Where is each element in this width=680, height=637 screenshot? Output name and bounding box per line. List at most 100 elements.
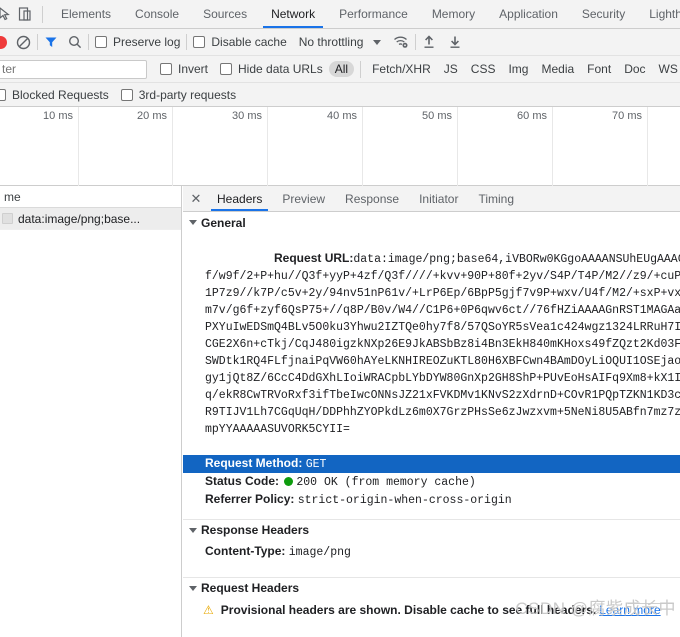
section-response-headers[interactable]: Response Headers: [183, 519, 680, 540]
filter-type-font[interactable]: Font: [581, 61, 617, 77]
wifi-settings-icon[interactable]: [393, 29, 409, 56]
status-code-row[interactable]: Status Code: 200 OK (from memory cache): [183, 473, 680, 491]
upload-arrow-icon[interactable]: [422, 29, 436, 56]
filter-type-all[interactable]: All: [328, 61, 355, 77]
search-icon[interactable]: [68, 29, 82, 56]
request-method-label: Request Method:: [205, 456, 303, 470]
record-circle-icon[interactable]: [0, 35, 7, 49]
toggle-device-toolbar-icon[interactable]: [16, 5, 34, 23]
tab-lighthouse[interactable]: Lighth: [637, 0, 680, 28]
tab-timing[interactable]: Timing: [468, 186, 524, 211]
panel-tabs: Elements Console Sources Network Perform…: [49, 0, 680, 28]
filter-input[interactable]: [0, 59, 147, 79]
chevron-down-icon: [189, 585, 197, 591]
request-list-header[interactable]: me: [0, 186, 181, 208]
tab-label: Preview: [282, 191, 326, 206]
filter-type-css[interactable]: CSS: [465, 61, 502, 77]
throttling-dropdown[interactable]: No throttling: [297, 29, 382, 56]
filter-type-doc[interactable]: Doc: [618, 61, 651, 77]
provisional-headers-warning: ⚠ Provisional headers are shown. Disable…: [183, 602, 680, 618]
tab-application[interactable]: Application: [487, 0, 570, 28]
request-method-value: GET: [305, 458, 327, 471]
blocked-requests-checkbox[interactable]: Blocked Requests: [0, 81, 109, 108]
tab-elements[interactable]: Elements: [49, 0, 123, 28]
section-label: General: [201, 215, 246, 230]
filter-type-ws[interactable]: WS: [653, 61, 680, 77]
tab-response[interactable]: Response: [335, 186, 409, 211]
checkbox-box: [193, 36, 206, 48]
secondary-filter-row: Blocked Requests 3rd-party requests: [0, 83, 680, 107]
network-filter-row: Invert Hide data URLs All Fetch/XHR JS C…: [0, 56, 680, 83]
tab-initiator[interactable]: Initiator: [409, 186, 468, 211]
tab-memory[interactable]: Memory: [420, 0, 487, 28]
filter-type-media[interactable]: Media: [535, 61, 580, 77]
overview-gridline: [552, 107, 553, 186]
overview-gridline: [362, 107, 363, 186]
tab-performance[interactable]: Performance: [327, 0, 420, 28]
overview-gridline: [457, 107, 458, 186]
preserve-log-checkbox[interactable]: Preserve log: [95, 29, 180, 56]
headers-content: General Request URL:data:image/png;base6…: [183, 212, 680, 637]
tab-label: Lighth: [649, 7, 680, 21]
checkbox-box: [0, 88, 6, 101]
tab-headers[interactable]: Headers: [207, 186, 272, 211]
divider: [37, 34, 38, 50]
filter-type-js[interactable]: JS: [438, 61, 464, 77]
close-icon[interactable]: ✕: [185, 186, 207, 211]
column-header-name: me: [4, 189, 21, 204]
preserve-log-label: Preserve log: [113, 35, 181, 49]
request-url-value[interactable]: data:image/png;base64,iVBORw0KGgoAAAANSU…: [205, 253, 680, 436]
clear-prohibited-icon[interactable]: [16, 29, 31, 56]
download-arrow-icon[interactable]: [448, 29, 462, 56]
detail-tab-bar: ✕ Headers Preview Response Initiator Tim…: [183, 186, 680, 212]
overview-tick-label: 60 ms: [517, 110, 547, 122]
network-overview-timeline[interactable]: 10 ms 20 ms 30 ms 40 ms 50 ms 60 ms 70 m…: [0, 107, 680, 186]
overview-tick-label: 70 ms: [612, 110, 642, 122]
tab-sources[interactable]: Sources: [191, 0, 259, 28]
divider: [42, 5, 43, 23]
filter-funnel-icon[interactable]: [44, 29, 58, 56]
tab-label: Headers: [217, 191, 263, 206]
section-request-headers[interactable]: Request Headers: [183, 577, 680, 598]
request-url-row: Request URL:data:image/png;base64,iVBORw…: [183, 233, 680, 455]
section-label: Request Headers: [201, 581, 300, 595]
third-party-requests-checkbox[interactable]: 3rd-party requests: [120, 81, 237, 108]
request-method-row[interactable]: Request Method: GET: [183, 455, 680, 473]
invert-checkbox[interactable]: Invert: [160, 56, 208, 83]
inspect-element-icon[interactable]: [0, 5, 12, 23]
filter-type-img[interactable]: Img: [502, 61, 534, 77]
tab-label: Elements: [61, 7, 112, 21]
overview-tick-label: 10 ms: [43, 110, 73, 122]
table-row[interactable]: data:image/png;base...: [0, 208, 181, 230]
learn-more-link[interactable]: Learn more: [599, 603, 660, 617]
overview-tick-label: 50 ms: [422, 110, 452, 122]
referrer-policy-label: Referrer Policy:: [205, 492, 295, 506]
hide-data-urls-label: Hide data URLs: [238, 62, 323, 76]
overview-gridline: [647, 107, 648, 186]
overview-gridline: [78, 107, 79, 186]
disable-cache-checkbox[interactable]: Disable cache: [193, 29, 287, 56]
hide-data-urls-checkbox[interactable]: Hide data URLs: [220, 56, 323, 83]
divider: [360, 60, 362, 78]
header-key: Content-Type:: [205, 544, 286, 558]
chevron-down-icon: [189, 220, 197, 225]
network-lower-pane: me data:image/png;base... ✕ Headers Prev…: [0, 186, 680, 637]
file-icon: [2, 213, 13, 224]
chevron-down-icon: [189, 527, 197, 533]
tab-network[interactable]: Network: [259, 0, 327, 28]
overview-tick-label: 40 ms: [327, 110, 357, 122]
referrer-policy-row[interactable]: Referrer Policy: strict-origin-when-cros…: [183, 491, 680, 509]
filter-type-fetch-xhr[interactable]: Fetch/XHR: [366, 61, 437, 77]
tab-security[interactable]: Security: [570, 0, 637, 28]
tab-preview[interactable]: Preview: [272, 186, 335, 211]
checkbox-box: [95, 36, 107, 48]
tab-label: Console: [135, 7, 180, 21]
tab-console[interactable]: Console: [123, 0, 191, 28]
request-list: me data:image/png;base...: [0, 186, 182, 637]
checkbox-box: [120, 88, 133, 101]
overview-gridline: [172, 107, 173, 186]
section-general[interactable]: General: [183, 212, 680, 233]
throttling-value: No throttling: [298, 35, 364, 49]
response-header-row[interactable]: Content-Type: image/png: [183, 543, 680, 561]
third-party-requests-label: 3rd-party requests: [138, 87, 237, 102]
